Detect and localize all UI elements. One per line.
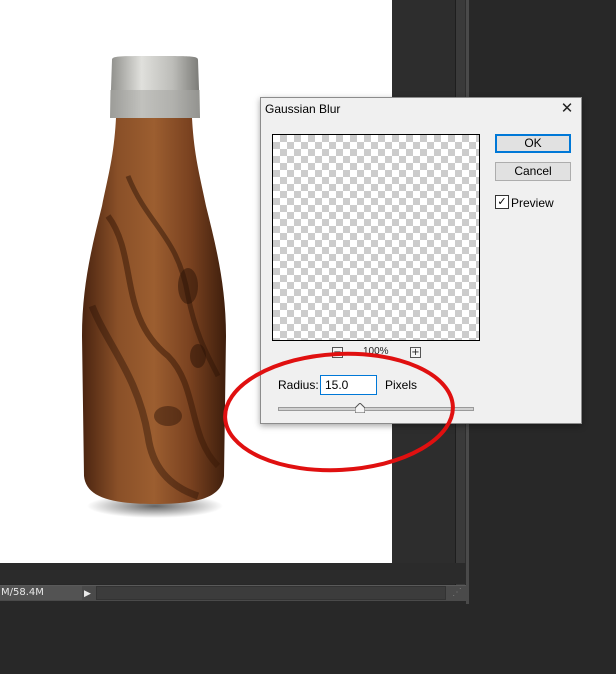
- radius-label: Radius:: [278, 378, 319, 392]
- gaussian-blur-dialog: Gaussian Blur ✕ − 100% + OK Cancel ✓ Pre…: [260, 97, 582, 424]
- blur-preview-area[interactable]: [272, 134, 480, 341]
- radius-input[interactable]: [320, 375, 377, 395]
- radius-slider-thumb[interactable]: [355, 403, 366, 413]
- preview-checkbox-label: Preview: [511, 196, 554, 210]
- close-icon[interactable]: ✕: [559, 101, 575, 117]
- zoom-out-icon[interactable]: −: [332, 347, 343, 358]
- dialog-title: Gaussian Blur: [265, 102, 341, 116]
- radius-unit-label: Pixels: [385, 378, 418, 392]
- preview-zoom-controls: − 100% +: [272, 346, 480, 360]
- bottle-image: [78, 56, 228, 526]
- ok-button[interactable]: OK: [495, 134, 571, 153]
- radius-slider-track[interactable]: [278, 407, 474, 411]
- checkmark-icon: ✓: [497, 196, 507, 208]
- cancel-button[interactable]: Cancel: [495, 162, 571, 181]
- bottle-illustration: [82, 56, 226, 518]
- preview-checkbox[interactable]: ✓: [495, 195, 509, 209]
- horizontal-scrollbar[interactable]: [96, 586, 446, 600]
- resize-grip-icon[interactable]: ⋰: [450, 586, 464, 600]
- pasteboard-bottom: [0, 563, 466, 584]
- zoom-in-icon[interactable]: +: [410, 347, 421, 358]
- document-size-readout: M/58.4M: [0, 586, 82, 600]
- triangle-right-icon[interactable]: ▶: [84, 586, 91, 600]
- zoom-level-label: 100%: [363, 346, 389, 357]
